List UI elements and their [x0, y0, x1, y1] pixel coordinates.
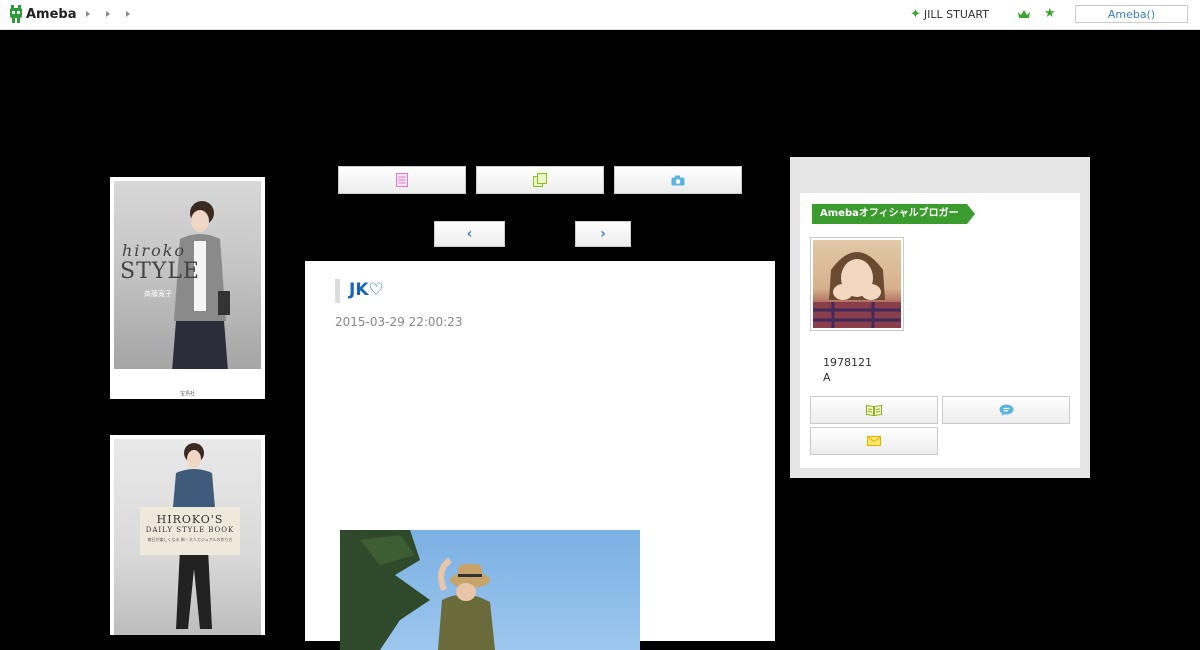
title-accent-bar: [335, 279, 340, 303]
article-date: 2015-03-29 22:00:23: [335, 315, 463, 329]
book-title: HIROKO'S: [156, 513, 224, 526]
archive-button[interactable]: [476, 166, 604, 194]
book-tagline: 毎日が楽しくなる 新・大人カジュアルの作り方: [147, 537, 233, 542]
profile-blood-type: A: [823, 371, 831, 384]
article-photo[interactable]: [340, 530, 640, 650]
profile-avatar[interactable]: [810, 237, 904, 331]
next-entry-button[interactable]: ›: [575, 221, 631, 247]
photo-button[interactable]: [614, 166, 742, 194]
speech-bubble-icon: [999, 404, 1013, 416]
article-photo-scene: [340, 530, 495, 650]
avatar-image: [813, 240, 901, 328]
avatar-portrait: [813, 252, 901, 328]
book-title-banner: HIROKO'S DAILY STYLE BOOK 毎日が楽しくなる 新・大人カ…: [140, 507, 240, 555]
chevron-left-icon: ‹: [466, 226, 473, 242]
brand-link-label: JILL STUART: [923, 8, 989, 21]
book-title: STYLE: [120, 259, 200, 284]
sparkle-icon: ✦: [910, 7, 921, 22]
logo-text: Ameba: [26, 6, 77, 22]
ameba-logo[interactable]: Ameba: [9, 5, 77, 23]
book-ad-hiroko-style[interactable]: hiroko STYLE 斉藤寛子 宝島社: [110, 177, 265, 399]
book-title-script: hiroko: [122, 241, 187, 260]
open-book-icon: [866, 404, 882, 416]
document-icon: [396, 173, 408, 187]
official-blogger-badge: Amebaオフィシャルブロガー: [812, 204, 975, 224]
book-ad-daily-style[interactable]: HIROKO'S DAILY STYLE BOOK 毎日が楽しくなる 新・大人カ…: [110, 435, 265, 635]
brand-link[interactable]: ✦ JILL STUART: [910, 8, 989, 21]
article-title[interactable]: JK♡: [349, 280, 384, 300]
blog-article: JK♡ 2015-03-29 22:00:23: [305, 261, 775, 650]
book-subtitle: DAILY STYLE BOOK: [145, 526, 235, 534]
chevron-right-icon: ›: [600, 226, 606, 242]
message-board-button[interactable]: [942, 396, 1070, 424]
top-bar: Ameba ✦ JILL STUART ★ Ameba(): [0, 0, 1200, 30]
send-message-button[interactable]: [810, 427, 938, 455]
camera-icon: [671, 175, 685, 185]
book-author: 斉藤寛子: [144, 290, 172, 298]
entry-list-button[interactable]: [338, 166, 466, 194]
breadcrumb-arrow-icon[interactable]: [106, 11, 110, 17]
envelope-icon: [867, 436, 881, 446]
favorite-star-icon[interactable]: ★: [1044, 7, 1056, 20]
previous-entry-button[interactable]: ‹: [434, 221, 505, 247]
book-cover: hiroko STYLE 斉藤寛子: [114, 181, 261, 369]
book-cover: HIROKO'S DAILY STYLE BOOK 毎日が楽しくなる 新・大人カ…: [114, 439, 261, 635]
ameba-mascot-icon: [10, 5, 22, 23]
ameba-account-button[interactable]: Ameba(): [1075, 5, 1188, 23]
profile-birthdate: 1978121: [823, 356, 872, 369]
copy-pages-icon: [533, 173, 547, 187]
breadcrumb-arrow-icon[interactable]: [126, 11, 130, 17]
book-publisher: 宝島社: [179, 391, 195, 397]
breadcrumb-arrow-icon[interactable]: [86, 11, 90, 17]
reader-register-button[interactable]: [810, 396, 938, 424]
crown-icon[interactable]: [1018, 9, 1030, 19]
